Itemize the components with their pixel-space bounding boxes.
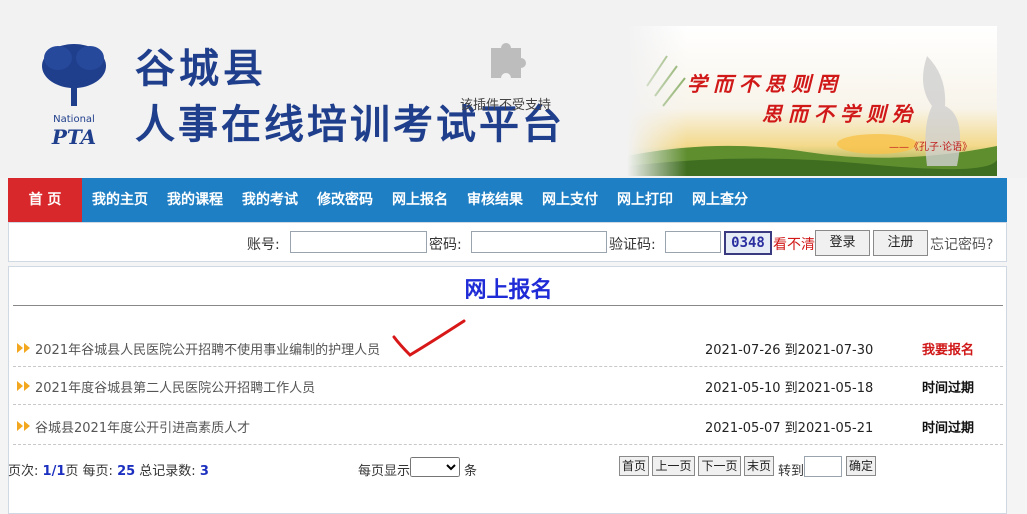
- registration-dates: 2021-05-10 到2021-05-18: [705, 381, 874, 396]
- captcha-label: 验证码:: [609, 237, 656, 253]
- logo-bottom-text: PTA: [51, 125, 96, 149]
- password-label: 密码:: [429, 237, 462, 253]
- nav-my-exams[interactable]: 我的考试: [242, 178, 298, 222]
- nav-review-results[interactable]: 审核结果: [467, 178, 523, 222]
- registration-dates: 2021-05-07 到2021-05-21: [705, 421, 874, 436]
- plugin-unsupported-text: 该插件不受支持: [460, 98, 552, 113]
- show-per-page-suffix: 条: [464, 464, 478, 479]
- nav-online-registration[interactable]: 网上报名: [392, 178, 448, 222]
- main-nav: 首 页 我的主页 我的课程 我的考试 修改密码 网上报名 审核结果 网上支付 网…: [8, 178, 1007, 222]
- logo-top-text: National: [53, 114, 95, 125]
- double-arrow-icon: [17, 343, 30, 353]
- total-value: 3: [199, 464, 209, 479]
- registration-title[interactable]: 2021年度谷城县第二人民医院公开招聘工作人员: [35, 377, 315, 396]
- handdrawn-checkmark: [392, 319, 466, 357]
- banner-quote-line2: 思而不学则殆: [762, 102, 918, 126]
- account-label: 账号:: [247, 237, 280, 253]
- per-page-value: 25: [117, 464, 136, 479]
- next-page-button[interactable]: 下一页: [698, 456, 741, 476]
- show-per-page-label: 每页显示: [358, 464, 411, 479]
- last-page-button[interactable]: 末页: [744, 456, 774, 476]
- double-arrow-icon: [17, 421, 30, 431]
- registration-dates: 2021-07-26 到2021-07-30: [705, 343, 874, 358]
- captcha-image[interactable]: 0348: [724, 231, 772, 255]
- password-input[interactable]: [471, 231, 607, 253]
- account-input[interactable]: [290, 231, 427, 253]
- registration-status: 时间过期: [922, 381, 975, 396]
- goto-confirm-button[interactable]: 确定: [846, 456, 876, 476]
- register-now-link[interactable]: 我要报名: [922, 339, 974, 358]
- banner-quote-line1: 学而不思则罔: [687, 72, 843, 96]
- page-suffix: 页: [65, 464, 79, 479]
- nav-home[interactable]: 首 页: [8, 178, 82, 222]
- per-page-select[interactable]: [410, 457, 460, 477]
- list-item: 2021年谷城县人民医院公开招聘不使用事业编制的护理人员 2021-07-26 …: [13, 329, 1003, 367]
- page-title: 网上报名: [464, 278, 553, 303]
- login-bar: 账号: 密码: 验证码: 0348 看不清 登录 注册 忘记密码?: [8, 222, 1007, 262]
- page-info: 页次: 1/1页 每页: 25 总记录数: 3: [8, 460, 209, 479]
- registration-status: 时间过期: [922, 421, 975, 436]
- goto-label: 转到: [778, 464, 805, 479]
- header: National PTA 谷城县 人事在线培训考试平台 该插件不受支持 学而不思…: [0, 0, 1027, 178]
- county-title: 谷城县: [135, 45, 267, 92]
- register-button[interactable]: 注册: [873, 230, 928, 256]
- page-label: 页次:: [8, 464, 39, 479]
- list-item: 2021年度谷城县第二人民医院公开招聘工作人员 2021-05-10 到2021…: [13, 367, 1003, 405]
- goto-page-input[interactable]: [804, 456, 842, 477]
- registration-title[interactable]: 2021年谷城县人民医院公开招聘不使用事业编制的护理人员: [35, 339, 380, 358]
- per-page-label: 每页:: [82, 464, 113, 479]
- nav-my-courses[interactable]: 我的课程: [167, 178, 223, 222]
- nav-score-query[interactable]: 网上查分: [692, 178, 748, 222]
- pagination-bar: 页次: 1/1页 每页: 25 总记录数: 3 每页显示 条 首页 上一页 下一…: [0, 456, 1027, 486]
- login-button[interactable]: 登录: [815, 230, 870, 256]
- list-item: 谷城县2021年度公开引进高素质人才 2021-05-07 到2021-05-2…: [13, 407, 1003, 445]
- header-banner: 学而不思则罔 思而不学则殆 ——《孔子·论语》: [627, 26, 997, 176]
- nav-online-payment[interactable]: 网上支付: [542, 178, 598, 222]
- forgot-password-link[interactable]: 忘记密码?: [930, 234, 993, 254]
- puzzle-icon: [491, 43, 526, 78]
- pta-logo: National PTA: [42, 44, 106, 149]
- first-page-button[interactable]: 首页: [619, 456, 649, 476]
- page-value: 1/1: [42, 464, 66, 479]
- double-arrow-icon: [17, 381, 30, 391]
- captcha-input[interactable]: [665, 231, 721, 253]
- banner-quote-source: ——《孔子·论语》: [889, 142, 973, 153]
- prev-page-button[interactable]: 上一页: [652, 456, 695, 476]
- nav-online-print[interactable]: 网上打印: [617, 178, 673, 222]
- total-label: 总记录数:: [139, 464, 196, 479]
- nav-change-password[interactable]: 修改密码: [317, 178, 373, 222]
- registration-title[interactable]: 谷城县2021年度公开引进高素质人才: [35, 417, 250, 436]
- refresh-captcha-link[interactable]: 看不清: [773, 234, 815, 254]
- title-divider: [13, 305, 1003, 306]
- nav-my-home[interactable]: 我的主页: [92, 178, 148, 222]
